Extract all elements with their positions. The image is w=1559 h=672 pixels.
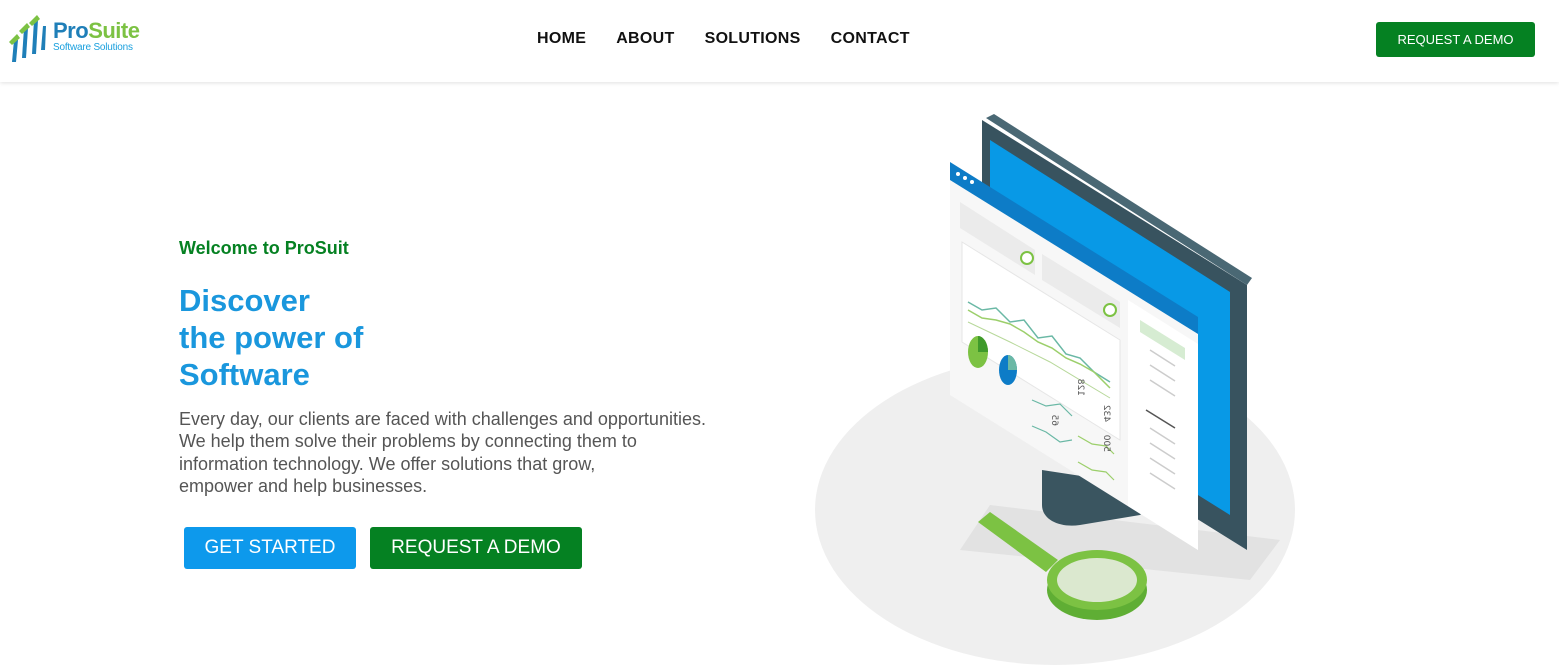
headline-line-2: the power of [179, 320, 364, 355]
request-demo-nav-button[interactable]: REQUEST A DEMO [1376, 22, 1535, 57]
hero-buttons: GET STARTED REQUEST A DEMO [184, 527, 582, 569]
screen-value-4: 65 [1049, 415, 1059, 426]
hero-description: Every day, our clients are faced with ch… [179, 409, 706, 497]
hero-headline: Discover the power of Software [179, 282, 779, 393]
logo-bars-icon [9, 15, 46, 62]
hero-illustration: 128 432 500 65 [815, 114, 1295, 665]
top-navbar: ProSuite Software Solutions HOME ABOUT S… [0, 0, 1559, 82]
brand-name: ProSuite [53, 18, 140, 43]
screen-value-3: 500 [1101, 435, 1111, 452]
hero-welcome: Welcome to ProSuit [179, 238, 349, 258]
nav-contact[interactable]: CONTACT [831, 29, 910, 49]
headline-line-1: Discover [179, 283, 310, 318]
nav-home[interactable]: HOME [537, 29, 586, 49]
screen-value-2: 432 [1101, 405, 1111, 422]
screen-value-1: 128 [1075, 379, 1085, 396]
headline-line-3: Software [179, 357, 310, 392]
main-nav: HOME ABOUT SOLUTIONS CONTACT [537, 29, 940, 49]
request-demo-hero-button[interactable]: REQUEST A DEMO [370, 527, 582, 569]
brand-logo[interactable]: ProSuite Software Solutions [8, 14, 148, 66]
hero-section: Welcome to ProSuit Discover the power of… [179, 237, 779, 498]
get-started-button[interactable]: GET STARTED [184, 527, 356, 569]
nav-solutions[interactable]: SOLUTIONS [705, 29, 801, 49]
nav-about[interactable]: ABOUT [616, 29, 674, 49]
brand-tagline: Software Solutions [53, 42, 133, 53]
